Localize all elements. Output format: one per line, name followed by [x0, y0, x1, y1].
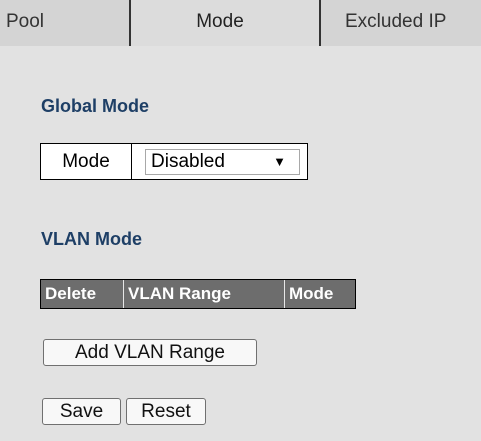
global-mode-heading: Global Mode: [41, 96, 149, 116]
selected-mode-value: Disabled: [151, 151, 225, 172]
tab-pool[interactable]: Pool: [0, 0, 131, 46]
save-button[interactable]: Save: [42, 398, 121, 425]
vlan-table-header: Delete VLAN Range Mode: [40, 279, 356, 309]
reset-button[interactable]: Reset: [126, 398, 206, 425]
tab-mode[interactable]: Mode: [131, 0, 321, 46]
vlan-mode-heading: VLAN Mode: [41, 229, 142, 249]
delete-column-header: Delete: [41, 280, 124, 308]
global-mode-select[interactable]: Disabled ▼: [145, 149, 300, 175]
add-vlan-range-button[interactable]: Add VLAN Range: [43, 339, 257, 366]
vlan-range-column-header: VLAN Range: [124, 280, 285, 308]
dhcp-server-mode-page: Pool Mode Excluded IP Global Mode Mode D…: [0, 0, 481, 441]
mode-label: Mode: [41, 144, 132, 179]
mode-column-header: Mode: [289, 284, 334, 303]
global-mode-table: Mode Disabled ▼: [40, 143, 308, 180]
triangle-down-icon: ▼: [273, 154, 286, 169]
tab-bar: Pool Mode Excluded IP: [0, 0, 481, 46]
tab-excluded-ip[interactable]: Excluded IP: [321, 0, 481, 46]
